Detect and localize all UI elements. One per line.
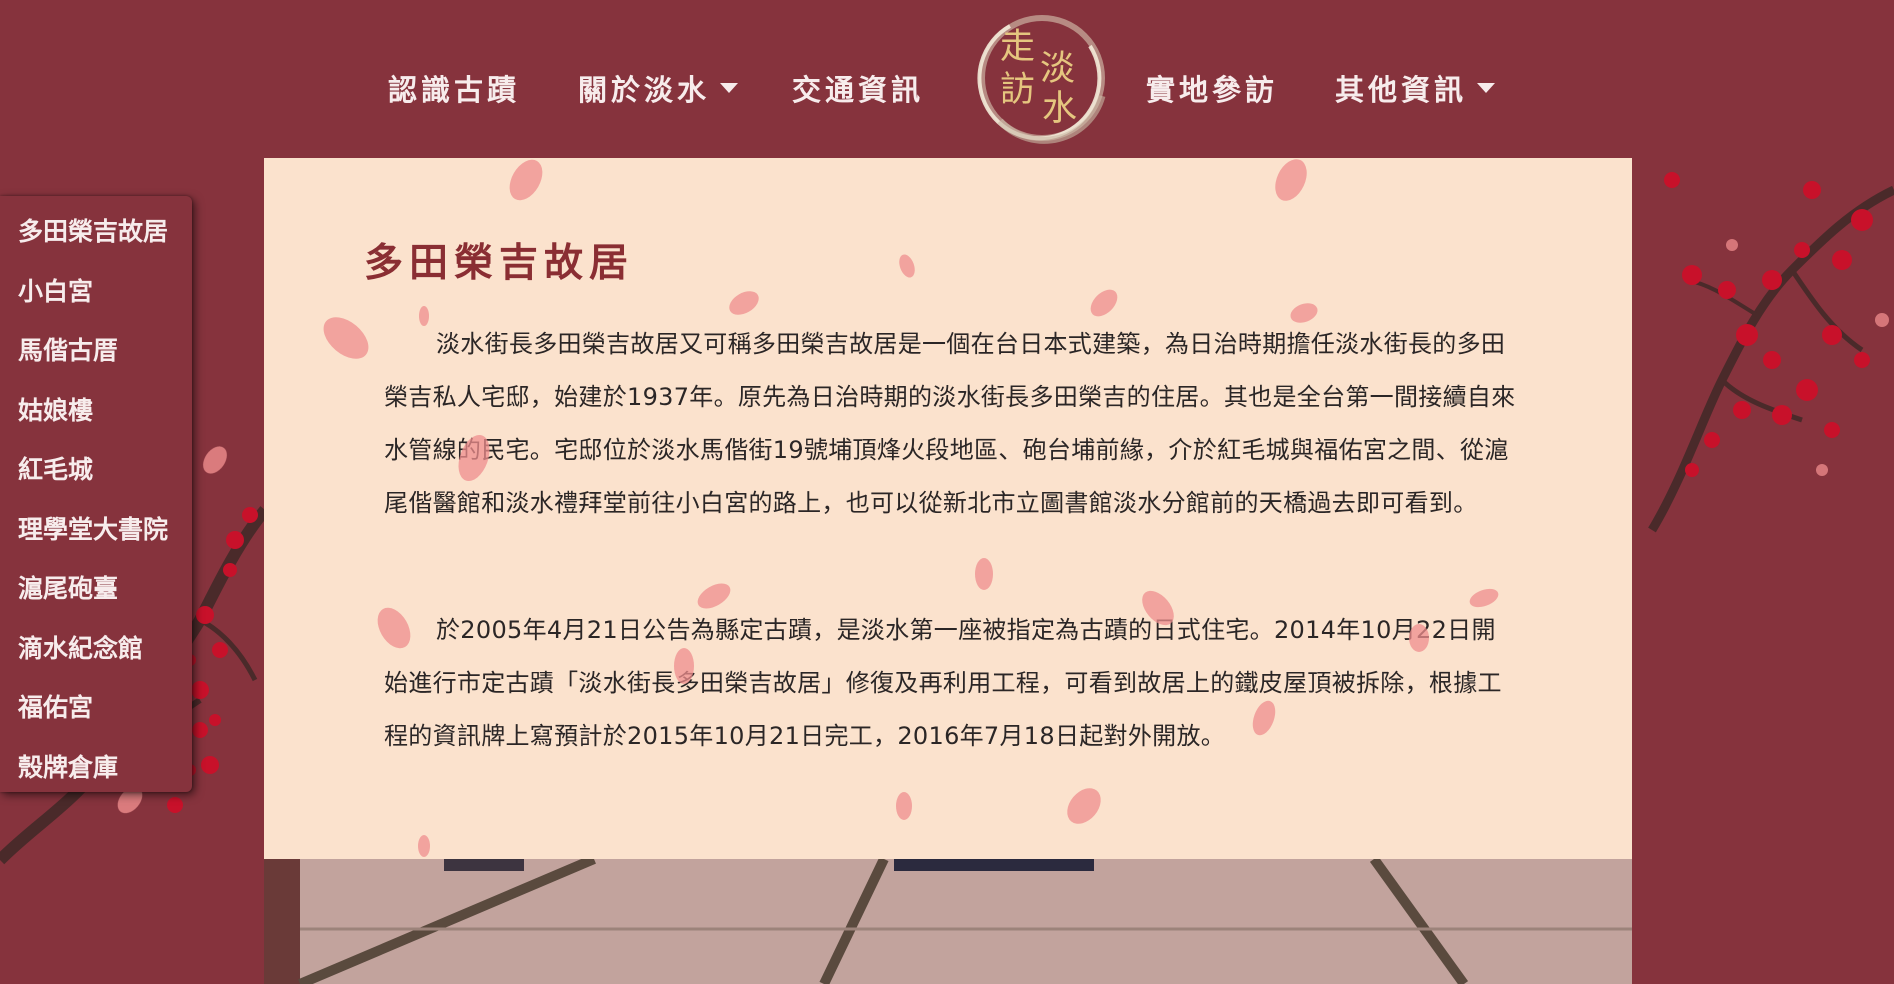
nav-item-label: 認識古蹟 bbox=[388, 73, 521, 107]
nav-item-heritage[interactable]: 認識古蹟 bbox=[388, 64, 520, 112]
side-item-shell-warehouse[interactable]: 殼牌倉庫 bbox=[0, 742, 192, 802]
petal-decoration bbox=[323, 159, 1499, 857]
caret-down-icon bbox=[720, 83, 739, 93]
article-card: 多田榮吉故居 淡水街長多田榮吉故居又可稱多田榮吉故居是一個在台日本式建築，為日治… bbox=[264, 158, 1632, 859]
logo-char: 淡 bbox=[1040, 49, 1075, 89]
site-logo[interactable]: 走 訪 淡 水 bbox=[970, 6, 1114, 150]
right-blossom-branch bbox=[1648, 172, 1894, 533]
side-item-fuyou-temple[interactable]: 福佑宮 bbox=[0, 682, 192, 742]
side-item-mackay-house[interactable]: 馬偕古厝 bbox=[0, 325, 192, 385]
nav-item-label: 交通資訊 bbox=[792, 73, 925, 107]
logo-char: 訪 bbox=[1000, 70, 1035, 110]
caret-down-icon bbox=[1477, 83, 1496, 93]
residence-interior-photo bbox=[264, 859, 1632, 984]
logo-char: 水 bbox=[1042, 89, 1077, 129]
nav-item-transport[interactable]: 交通資訊 bbox=[792, 64, 924, 112]
page: 認識古蹟 關於淡水 交通資訊 走 訪 淡 水 實地參訪 其他資訊 多田榮吉故居 … bbox=[0, 0, 1894, 984]
side-item-dripping-water-museum[interactable]: 滴水紀念館 bbox=[0, 623, 192, 683]
side-item-hobe-fort[interactable]: 滬尾砲臺 bbox=[0, 563, 192, 623]
tatami-illustration bbox=[264, 859, 1632, 984]
side-item-tada-residence[interactable]: 多田榮吉故居 bbox=[0, 206, 192, 266]
logo-char: 走 bbox=[1000, 27, 1035, 67]
nav-item-other-info[interactable]: 其他資訊 bbox=[1335, 64, 1496, 112]
side-menu: 多田榮吉故居 小白宮 馬偕古厝 姑娘樓 紅毛城 理學堂大書院 滬尾砲臺 滴水紀念… bbox=[0, 196, 192, 792]
nav-item-label: 其他資訊 bbox=[1335, 73, 1468, 107]
nav-item-about-tamsui[interactable]: 關於淡水 bbox=[578, 64, 739, 112]
side-item-little-white-house[interactable]: 小白宮 bbox=[0, 266, 192, 326]
side-item-missionary-ladies-house[interactable]: 姑娘樓 bbox=[0, 385, 192, 445]
nav-item-label: 實地參訪 bbox=[1146, 73, 1279, 107]
side-item-fort-santo-domingo[interactable]: 紅毛城 bbox=[0, 444, 192, 504]
top-navigation: 認識古蹟 關於淡水 交通資訊 走 訪 淡 水 實地參訪 其他資訊 bbox=[0, 0, 1894, 158]
side-item-oxford-college[interactable]: 理學堂大書院 bbox=[0, 504, 192, 564]
nav-item-label: 關於淡水 bbox=[578, 73, 711, 107]
nav-item-visit[interactable]: 實地參訪 bbox=[1146, 64, 1278, 112]
